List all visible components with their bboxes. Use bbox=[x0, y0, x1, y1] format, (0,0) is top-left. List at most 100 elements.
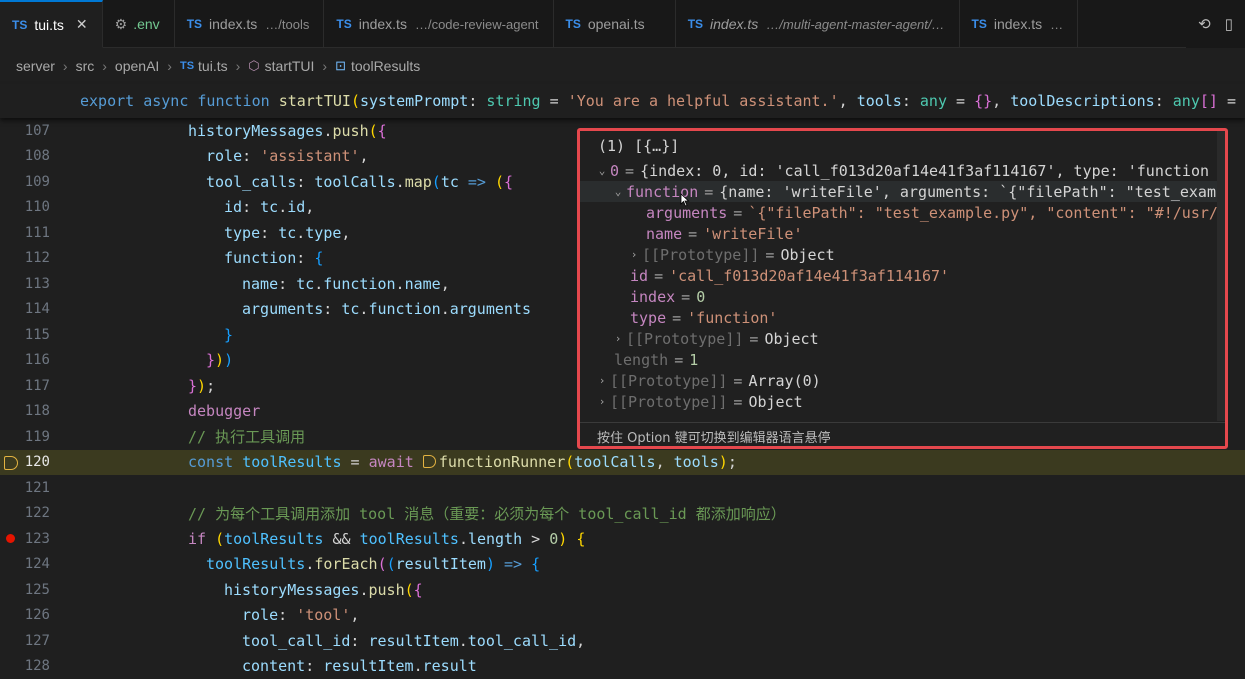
typescript-icon: TS bbox=[186, 17, 203, 31]
token: tool_call_id bbox=[242, 631, 351, 650]
variable-icon: ⊡ bbox=[335, 58, 346, 73]
tree-row[interactable]: › [[Prototype]] = Array(0) bbox=[594, 370, 821, 391]
tree-row[interactable]: index = 0 bbox=[630, 286, 705, 307]
breakpoint-icon[interactable] bbox=[6, 534, 15, 543]
chevron-right-icon[interactable]: › bbox=[594, 395, 610, 408]
sticky-scroll-line[interactable]: export async function startTUI(systemPro… bbox=[0, 84, 1245, 118]
line-number: 116 bbox=[24, 352, 50, 369]
token: toolResults bbox=[359, 529, 459, 548]
chevron-right-icon: › bbox=[62, 58, 68, 74]
line-number: 121 bbox=[24, 479, 50, 496]
mouse-cursor-icon bbox=[680, 193, 690, 207]
tree-row-selected[interactable]: ⌄ function = {name: 'writeFile', arguments:… bbox=[580, 181, 1217, 202]
token: toolCalls bbox=[314, 172, 396, 191]
tree-row[interactable]: ⌄ 0 = {index: 0, id: 'call_f013d20af14e41f3… bbox=[594, 160, 1209, 181]
param: systemPrompt bbox=[359, 92, 469, 110]
line-number: 107 bbox=[24, 122, 50, 139]
comment: // 执行工具调用 bbox=[188, 428, 306, 447]
line-number: 115 bbox=[24, 326, 50, 343]
token: tc bbox=[296, 274, 315, 293]
code-line[interactable]: 124 toolResults.forEach((resultItem) => … bbox=[0, 552, 1245, 578]
breadcrumb-item[interactable]: toolResults bbox=[351, 58, 420, 74]
tree-key: type bbox=[630, 308, 667, 327]
line-number: 119 bbox=[24, 428, 50, 445]
tree-row[interactable]: type ='function' bbox=[630, 307, 777, 328]
tab-index-multi-agent[interactable]: TS index.ts …/multi-agent-master-agent/… bbox=[676, 0, 960, 48]
token: tools bbox=[673, 453, 719, 472]
tab-actions: ⟲ ▯ bbox=[1186, 0, 1245, 48]
tab-path: …/multi-agent-master-agent/… bbox=[766, 16, 945, 32]
inline-breakpoint-icon[interactable] bbox=[422, 455, 436, 469]
current-execution-line[interactable]: 120 const toolResults = await functionRu… bbox=[0, 449, 1245, 475]
chevron-right-icon: › bbox=[167, 58, 172, 74]
typescript-icon: TS bbox=[179, 60, 195, 72]
token: functionRunner bbox=[438, 453, 566, 472]
tab-env[interactable]: ⚙ .env bbox=[103, 0, 175, 48]
function-name: startTUI bbox=[278, 92, 351, 110]
hover-scrollbar[interactable] bbox=[1217, 131, 1225, 421]
token: const bbox=[188, 453, 234, 472]
token: length bbox=[467, 529, 523, 548]
type: string bbox=[486, 92, 541, 110]
token: id bbox=[287, 198, 306, 217]
tree-row[interactable]: › [[Prototype]] = Object bbox=[594, 391, 803, 412]
tab-path: …/tools bbox=[265, 16, 310, 32]
debug-hover-widget[interactable]: (1) [{…}] ⌄ 0 = {index: 0, id: 'call_f013d2… bbox=[577, 128, 1228, 449]
code-line[interactable]: 123 if (toolResults && toolResults.lengt… bbox=[0, 526, 1245, 552]
tree-row[interactable]: name ='writeFile' bbox=[646, 223, 803, 244]
token: 'tool' bbox=[296, 606, 351, 625]
code-line[interactable]: 121 bbox=[0, 475, 1245, 501]
tab-index-tools[interactable]: TS index.ts …/tools bbox=[175, 0, 325, 48]
keyword: function bbox=[197, 92, 270, 110]
hover-footer-hint: 按住 Option 键可切换到编辑器语言悬停 bbox=[580, 422, 1225, 446]
breadcrumb-item[interactable]: server bbox=[16, 58, 55, 74]
param: toolDescriptions bbox=[1010, 92, 1155, 110]
code-line[interactable]: 126 role: 'tool', bbox=[0, 603, 1245, 629]
tree-row[interactable]: arguments = `{"filePath": "test_example.py… bbox=[646, 202, 1218, 223]
close-icon[interactable]: ✕ bbox=[76, 16, 88, 33]
tab-tui-ts[interactable]: TS tui.ts ✕ bbox=[0, 0, 103, 48]
tab-index-code-review[interactable]: TS index.ts …/code-review-agent bbox=[324, 0, 554, 48]
breadcrumb-item[interactable]: tui.ts bbox=[198, 58, 228, 74]
tree-row[interactable]: › [[Prototype]] = Object bbox=[626, 244, 835, 265]
tree-value: Object bbox=[764, 329, 819, 348]
param: tools bbox=[856, 92, 902, 110]
token: push bbox=[368, 580, 405, 599]
code-line[interactable]: 122 // 为每个工具调用添加 tool 消息（重要：必须为每个 tool_c… bbox=[0, 501, 1245, 527]
token: result bbox=[422, 657, 477, 676]
split-editor-icon[interactable]: ▯ bbox=[1225, 15, 1233, 33]
chevron-down-icon[interactable]: ⌄ bbox=[594, 164, 610, 177]
tree-value: Object bbox=[748, 392, 803, 411]
chevron-right-icon[interactable]: › bbox=[610, 332, 626, 345]
token: resultItem bbox=[323, 657, 414, 676]
token: tool_calls bbox=[206, 172, 297, 191]
token: tc bbox=[278, 223, 297, 242]
line-number: 110 bbox=[24, 199, 50, 216]
chevron-right-icon: › bbox=[322, 58, 328, 74]
line-number: 111 bbox=[24, 224, 50, 241]
code-line[interactable]: 127 tool_call_id: resultItem.tool_call_i… bbox=[0, 628, 1245, 654]
tree-value: 1 bbox=[689, 350, 699, 369]
tree-value: {name: 'writeFile', arguments: `{"filePa… bbox=[719, 182, 1216, 201]
compare-icon[interactable]: ⟲ bbox=[1198, 15, 1211, 33]
tree-row[interactable]: › [[Prototype]] = Object bbox=[610, 328, 819, 349]
chevron-right-icon[interactable]: › bbox=[594, 374, 610, 387]
chevron-right-icon[interactable]: › bbox=[626, 248, 642, 261]
chevron-down-icon[interactable]: ⌄ bbox=[610, 185, 626, 198]
token: tc bbox=[341, 300, 360, 319]
code-line[interactable]: 128 content: resultItem.result bbox=[0, 654, 1245, 679]
tab-label: index.ts bbox=[209, 16, 258, 32]
tab-openai[interactable]: TS openai.ts bbox=[554, 0, 676, 48]
tree-row[interactable]: id ='call_f013d20af14e41f3af114167' bbox=[630, 265, 949, 286]
breadcrumb-item[interactable]: startTUI bbox=[265, 58, 315, 74]
tree-row[interactable]: length = 1 bbox=[614, 349, 698, 370]
tab-label: index.ts bbox=[710, 16, 759, 32]
breadcrumb-item[interactable]: openAI bbox=[115, 58, 159, 74]
debug-hover-tree[interactable]: (1) [{…}] ⌄ 0 = {index: 0, id: 'call_f013d2… bbox=[580, 131, 1220, 421]
token: toolResults bbox=[206, 555, 306, 574]
chevron-right-icon: › bbox=[102, 58, 107, 74]
tab-index-more[interactable]: TS index.ts … bbox=[960, 0, 1079, 48]
token: toolResults bbox=[242, 453, 342, 472]
breadcrumb-item[interactable]: src bbox=[76, 58, 95, 74]
code-line[interactable]: 125 historyMessages.push({ bbox=[0, 577, 1245, 603]
